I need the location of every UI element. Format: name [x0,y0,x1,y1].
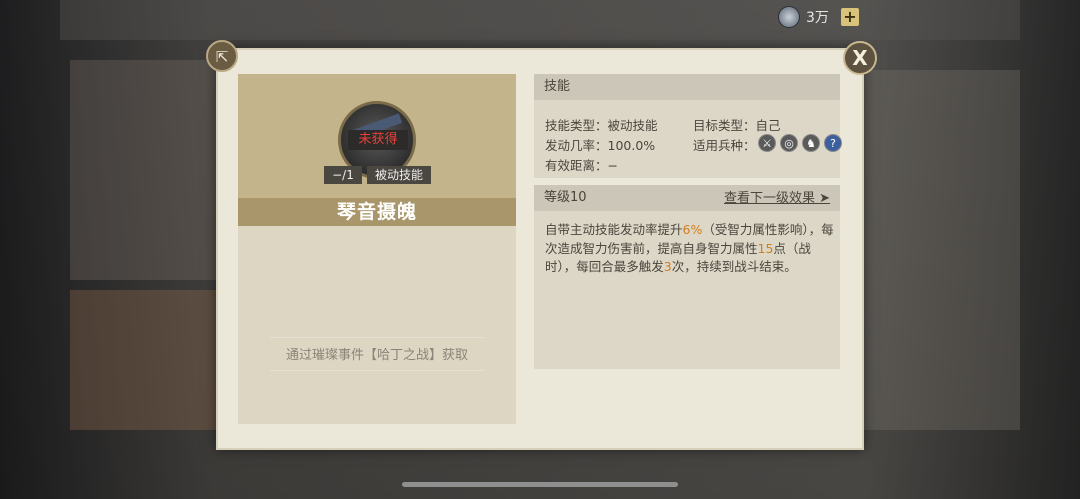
currency-icon [778,6,800,28]
currency-amount: 3万 [806,10,829,26]
add-currency-button[interactable]: + [840,8,859,26]
desc-value: 6% [682,222,703,237]
background-topbar [60,0,1020,40]
currency-display: 3万 + [778,6,859,28]
share-button[interactable]: ⇱ [206,40,238,72]
troop-icons: ⚔ ◎ ♞ ? [758,134,842,152]
desc-value: 3 [663,259,672,274]
sword-icon[interactable]: ⚔ [758,134,776,152]
activation-rate-text: 发动几率：100.0% [545,138,656,153]
skill-status-badge: 未获得 [348,130,408,150]
desc-text: 次，持续到战斗结束。 [671,259,797,274]
skill-type-text: 技能类型：被动技能 [545,118,658,133]
view-next-level-link[interactable]: 查看下一级效果 ➤ [724,187,830,206]
desc-value: 15 [757,240,774,256]
target-icon[interactable]: ◎ [780,134,798,152]
skill-section-header: 技能 [534,74,840,100]
horse-icon[interactable]: ♞ [802,134,820,152]
close-button[interactable]: X [843,41,877,75]
share-icon: ⇱ [215,48,229,66]
skill-name: 琴音摄魄 [238,198,516,226]
home-indicator[interactable] [402,482,678,487]
troop-types-label: 适用兵种： [693,138,756,153]
background-block [70,60,220,280]
effective-range-text: 有效距离：− [545,158,618,173]
skill-description: 自带主动技能发动率提升6%（受智力属性影响），每次造成智力伤害前，提高自身智力属… [545,221,835,277]
question-icon[interactable]: ? [824,134,842,152]
background-block [70,290,220,430]
background-block [860,70,1020,430]
skill-count-badge: −/1 [324,166,362,184]
target-type-text: 目标类型：自己 [693,118,781,133]
desc-text: 自带主动技能发动率提升 [545,222,683,237]
skill-source-text: 通过璀璨事件【哈丁之战】获取 [285,348,468,363]
skill-type-badge: 被动技能 [367,166,431,184]
